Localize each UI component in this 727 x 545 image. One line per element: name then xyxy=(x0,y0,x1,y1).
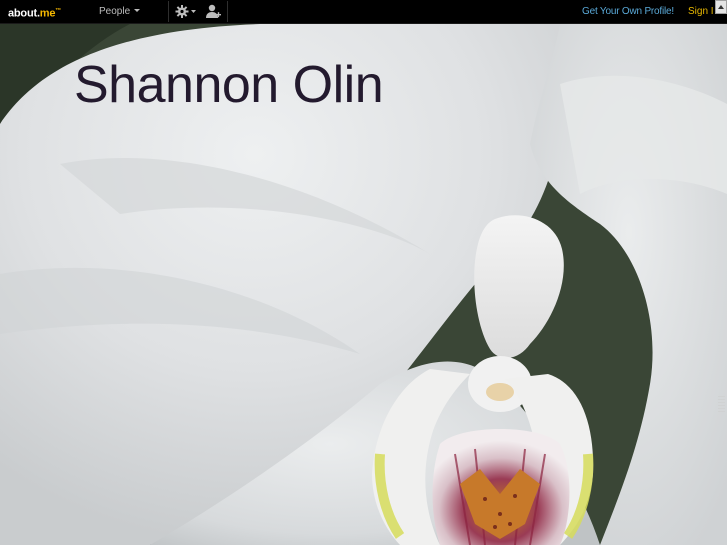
nav-divider xyxy=(227,1,228,22)
scrollbar[interactable] xyxy=(715,0,727,545)
top-nav-bar: about.me™ People Get Your Own Profile! S… xyxy=(0,0,727,24)
logo-text: about. xyxy=(8,7,40,20)
scroll-grip[interactable] xyxy=(718,396,725,412)
about-me-logo[interactable]: about.me™ xyxy=(8,5,61,21)
people-menu[interactable]: People xyxy=(99,5,141,18)
page: about.me™ People Get Your Own Profile! S… xyxy=(0,0,727,545)
user-icon[interactable] xyxy=(205,4,221,19)
gear-icon[interactable] xyxy=(175,4,197,19)
scroll-up-arrow-icon[interactable] xyxy=(715,0,727,14)
logo-trademark: ™ xyxy=(55,8,62,14)
people-label: People xyxy=(99,6,131,17)
logo-accent: me xyxy=(39,7,56,20)
chevron-down-icon xyxy=(134,9,141,12)
nav-divider xyxy=(168,1,169,22)
sign-in-link[interactable]: Sign I xyxy=(688,5,714,18)
get-profile-link[interactable]: Get Your Own Profile! xyxy=(582,5,674,18)
profile-name: Shannon Olin xyxy=(74,56,384,114)
